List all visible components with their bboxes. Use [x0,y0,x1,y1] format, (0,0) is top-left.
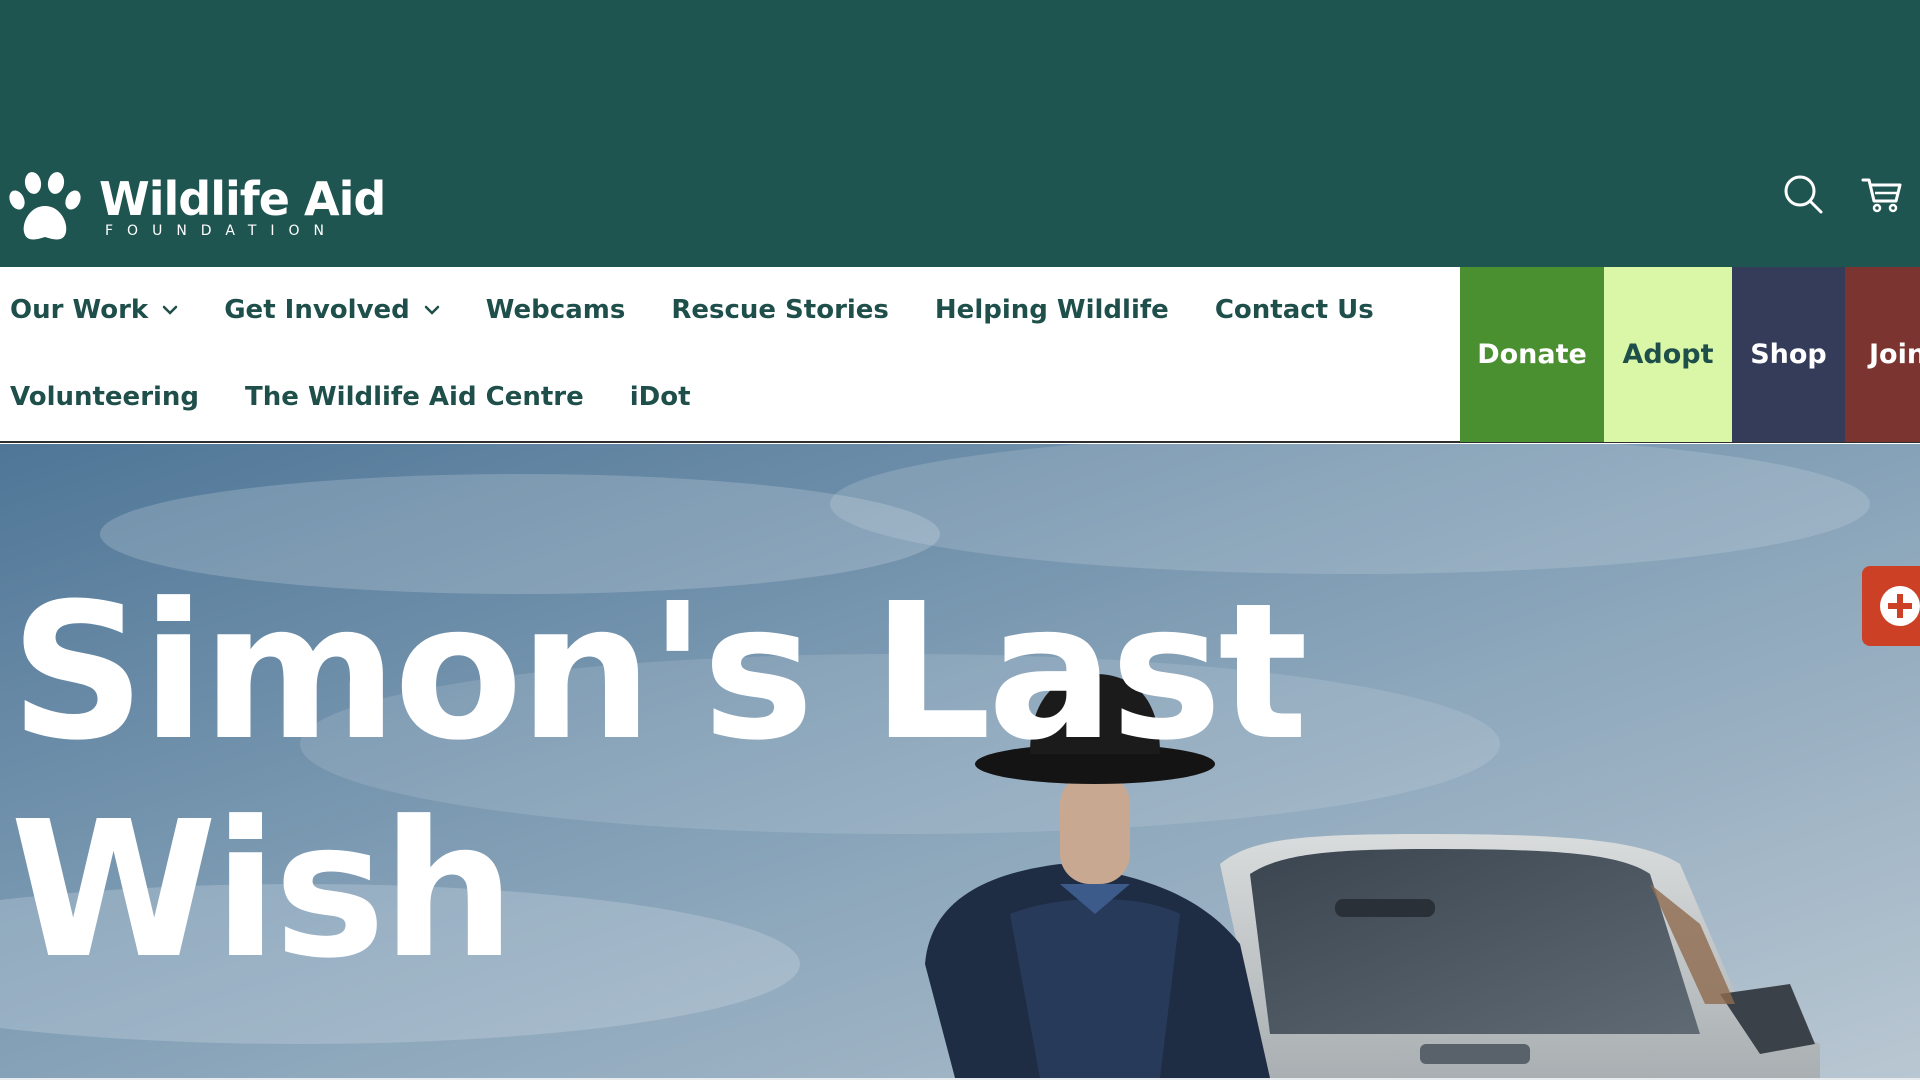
nav-item-helping-wildlife[interactable]: Helping Wildlife [935,295,1169,325]
nav-item-rescue-stories[interactable]: Rescue Stories [671,295,889,325]
hero-banner: Simon's Last Wish [0,444,1920,1078]
nav-item-label: Our Work [10,295,149,325]
logo-name: Wildlife Aid [99,171,386,226]
site-logo[interactable]: Wildlife Aid FOUNDATION [8,170,386,244]
main-nav: Our Work Get Involved Webcams Rescue Sto… [0,267,1920,443]
search-icon[interactable] [1781,172,1825,216]
nav-item-label: Get Involved [224,295,410,325]
paw-icon [9,172,81,240]
nav-item-volunteering[interactable]: Volunteering [10,382,199,412]
nav-item-contact-us[interactable]: Contact Us [1215,295,1374,325]
join-button[interactable]: Join [1845,267,1920,442]
logo-text: Wildlife Aid FOUNDATION [99,171,386,239]
site-header: Wildlife Aid FOUNDATION [0,0,1920,267]
nav-item-webcams[interactable]: Webcams [486,295,626,325]
donate-button[interactable]: Donate [1460,267,1604,442]
chevron-down-icon [162,305,178,315]
nav-item-our-work[interactable]: Our Work [10,295,178,325]
nav-row-primary: Our Work Get Involved Webcams Rescue Sto… [10,290,1420,330]
side-help-tab[interactable] [1862,566,1920,646]
nav-item-wildlife-aid-centre[interactable]: The Wildlife Aid Centre [245,382,584,412]
nav-item-get-involved[interactable]: Get Involved [224,295,440,325]
cart-icon[interactable] [1860,172,1904,216]
adopt-button[interactable]: Adopt [1604,267,1732,442]
chevron-down-icon [424,305,440,315]
hero-title: Simon's Last Wish [10,563,1308,1000]
nav-item-idot[interactable]: iDot [630,382,691,412]
plus-circle-icon [1880,586,1920,626]
nav-row-secondary: Volunteering The Wildlife Aid Centre iDo… [10,377,737,417]
shop-button[interactable]: Shop [1732,267,1845,442]
